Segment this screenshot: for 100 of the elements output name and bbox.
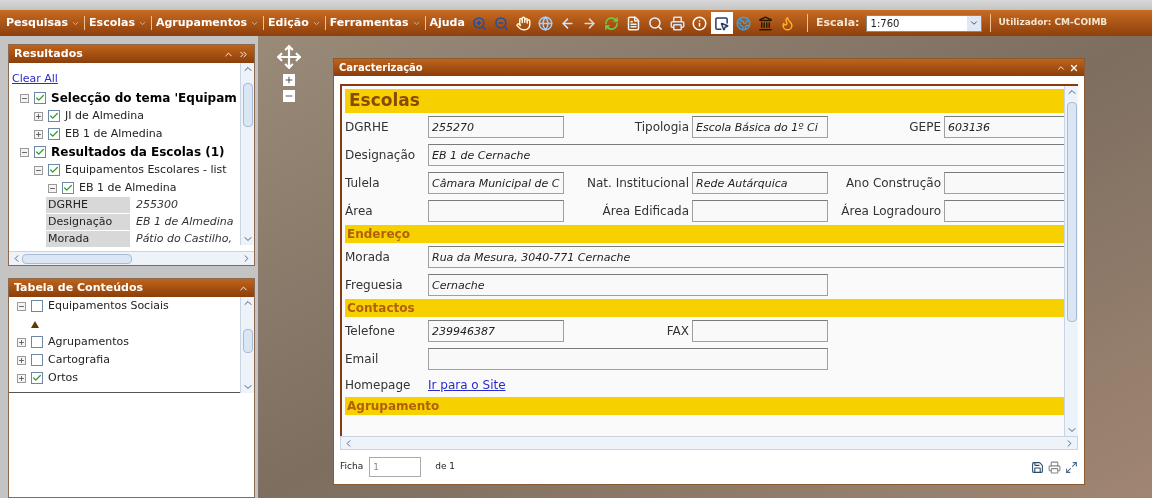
close-icon[interactable] — [1069, 62, 1079, 73]
field-label: FAX — [665, 324, 689, 338]
vertical-scrollbar[interactable] — [240, 297, 254, 393]
section-title: Contactos — [347, 300, 415, 317]
expand-toggle[interactable] — [17, 373, 26, 383]
text-field[interactable]: 239946387 — [428, 320, 564, 342]
text-field[interactable]: 603136 — [944, 116, 1064, 138]
attribute-label: Designação — [46, 213, 130, 231]
text-field[interactable]: Rede Autárquica — [692, 172, 828, 194]
scrollbar-thumb[interactable] — [242, 329, 253, 353]
text-field[interactable]: Câmara Municipal de C — [428, 172, 564, 194]
dialog-title: Caracterização — [339, 61, 423, 75]
tree-item-label[interactable]: Ortos — [48, 369, 78, 387]
panel-title: Tabela de Conteúdos — [14, 279, 144, 296]
text-field[interactable] — [692, 200, 828, 222]
tree-item-label[interactable]: Resultados da Escolas (1) — [51, 143, 225, 161]
menu-item[interactable]: Agrupamentos — [155, 14, 260, 32]
plus-icon — [284, 75, 294, 85]
text-field[interactable]: 255270 — [428, 116, 564, 138]
checkbox[interactable] — [48, 164, 60, 176]
horizontal-scrollbar[interactable] — [9, 251, 254, 265]
field-label: Tulela — [345, 176, 381, 190]
field-label: Morada — [345, 250, 391, 264]
tree-item-label[interactable]: EB 1 de Almedina — [65, 125, 163, 143]
text-field[interactable]: Rua da Mesura, 3040-771 Cernache — [428, 246, 1064, 268]
record-label: Ficha — [340, 460, 364, 474]
menu-item[interactable]: Pesquisas — [6, 14, 81, 32]
toolbar-button[interactable] — [710, 12, 733, 34]
text-field[interactable] — [944, 200, 1064, 222]
globe-icon — [538, 15, 554, 31]
checkbox[interactable] — [34, 92, 46, 104]
tree-item-label[interactable]: Equipamentos Escolares - list — [65, 161, 227, 179]
landmark-icon — [758, 15, 774, 31]
expand-toggle[interactable] — [34, 165, 43, 175]
checkbox[interactable] — [34, 146, 46, 158]
section-title: Endereço — [347, 226, 410, 243]
expand-toggle[interactable] — [17, 301, 26, 311]
text-field[interactable] — [692, 320, 828, 342]
attribute-label: DGRHE — [46, 196, 130, 214]
text-field[interactable] — [428, 200, 564, 222]
checkbox[interactable] — [62, 182, 74, 194]
checkbox[interactable] — [31, 300, 43, 312]
expand-toggle[interactable] — [20, 93, 29, 103]
expand-toggle[interactable] — [17, 355, 26, 365]
scrollbar-thumb[interactable] — [1066, 102, 1077, 322]
attribute-value: 255300 — [136, 196, 178, 213]
menu-item[interactable]: Escolas — [89, 14, 147, 32]
field-label: Área Edificada — [601, 204, 689, 218]
vertical-scrollbar[interactable] — [1064, 86, 1078, 436]
horizontal-scrollbar[interactable] — [340, 436, 1078, 450]
text-field[interactable]: Escola Básica do 1º Ci — [692, 116, 828, 138]
expand-toggle[interactable] — [34, 111, 43, 121]
tree-item-label[interactable]: Selecção do tema 'Equipam — [51, 89, 237, 107]
field-label: Designação — [345, 148, 417, 162]
scale-dropdown[interactable]: 1:760 — [865, 14, 982, 32]
record-field[interactable]: 1 — [369, 457, 422, 477]
tree-item-label[interactable]: EB 1 de Almedina — [79, 179, 177, 197]
checkbox[interactable] — [48, 110, 60, 122]
window-icon[interactable] — [1065, 460, 1078, 474]
checkbox[interactable] — [31, 372, 43, 384]
menu-item[interactable]: Ajuda — [429, 14, 465, 32]
tree-item-label[interactable]: Cartografia — [48, 351, 110, 369]
plus-icon — [18, 356, 25, 364]
plus-icon — [35, 130, 42, 138]
text-field[interactable] — [428, 348, 828, 370]
checkbox[interactable] — [31, 336, 43, 348]
scrollbar-thumb[interactable] — [242, 83, 253, 127]
text-field[interactable] — [944, 172, 1064, 194]
expand-toggle[interactable] — [48, 183, 57, 193]
text-field[interactable]: EB 1 de Cernache — [428, 144, 1064, 166]
field-label: DGRHE — [345, 120, 390, 134]
checkbox[interactable] — [48, 128, 60, 140]
field-label: Ano Construção — [844, 176, 941, 190]
tree-item-label[interactable]: JI de Almedina — [65, 107, 145, 125]
clear-all-link[interactable]: Clear All — [12, 72, 58, 85]
zoom-out-button[interactable] — [283, 90, 295, 102]
menu-item[interactable]: Edição — [268, 14, 321, 32]
expand-toggle[interactable] — [34, 129, 43, 139]
field-label: Tipologia — [633, 120, 689, 134]
document-icon — [626, 15, 642, 31]
flame-icon — [780, 15, 796, 31]
menu-item[interactable]: Ferramentas — [329, 14, 421, 32]
checkbox[interactable] — [31, 354, 43, 366]
save-icon[interactable] — [1031, 460, 1044, 474]
tree-item-label[interactable]: Agrupamentos — [48, 333, 129, 351]
text-field[interactable]: Cernache — [428, 274, 828, 296]
homepage-link[interactable]: Ir para o Site — [428, 376, 1064, 394]
record-count: de 1 — [435, 460, 456, 474]
zoom-in-button[interactable] — [283, 74, 295, 86]
plus-icon — [18, 374, 25, 382]
expand-toggle[interactable] — [17, 337, 26, 347]
scrollbar-thumb[interactable] — [22, 253, 132, 264]
section-title: Escolas — [349, 89, 420, 113]
pan-arrows-icon[interactable] — [276, 44, 302, 70]
scale-label: Escala: — [815, 14, 860, 31]
hand-icon — [516, 15, 532, 31]
field-label: Telefone — [345, 324, 396, 338]
vertical-scrollbar[interactable] — [240, 63, 254, 245]
expand-toggle[interactable] — [20, 147, 29, 157]
tree-item-label[interactable]: Equipamentos Sociais — [48, 297, 169, 315]
